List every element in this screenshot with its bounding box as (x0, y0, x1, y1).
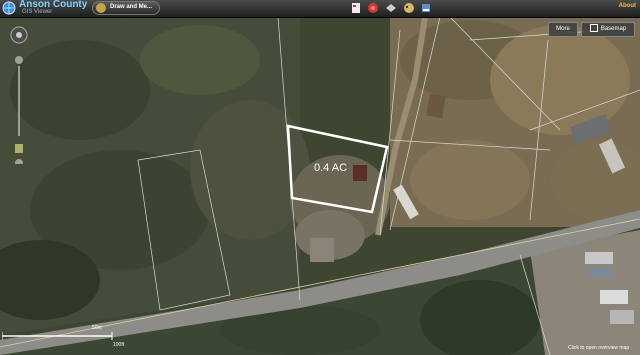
identify-icon[interactable] (385, 2, 397, 14)
parcel-area-label: 0.4 AC (314, 162, 348, 174)
navigation-control[interactable] (8, 24, 30, 164)
bookmark-icon[interactable] (420, 2, 432, 14)
zoom-out-icon[interactable] (15, 159, 23, 164)
draw-and-measure-label: Draw and Me... (110, 4, 153, 10)
zoom-in-icon[interactable] (15, 56, 23, 64)
top-toolbar: Anson County GIS Viewer Draw and Me... A… (0, 0, 640, 18)
print-icon[interactable] (367, 2, 379, 14)
legend-icon[interactable] (350, 2, 362, 14)
globe-logo-icon (2, 1, 16, 15)
draw-and-measure-button[interactable]: Draw and Me... (92, 1, 160, 15)
more-button[interactable]: More (548, 22, 578, 37)
aerial-map[interactable] (0, 0, 640, 355)
layers-icon[interactable] (403, 2, 415, 14)
scale-bar-bottom: 100ft (113, 342, 125, 348)
scale-bar-top: 50m (92, 325, 102, 331)
about-link[interactable]: About (619, 3, 636, 9)
zoom-slider-thumb[interactable] (15, 144, 23, 153)
basemap-label: Basemap (600, 26, 627, 32)
overview-map-link[interactable]: Click to open overview map (568, 345, 629, 351)
basemap-button[interactable]: Basemap (581, 22, 635, 37)
pencil-icon (96, 3, 106, 13)
scale-bar (2, 332, 113, 340)
app-subtitle: GIS Viewer (22, 9, 53, 15)
basemap-grid-icon (589, 24, 598, 33)
